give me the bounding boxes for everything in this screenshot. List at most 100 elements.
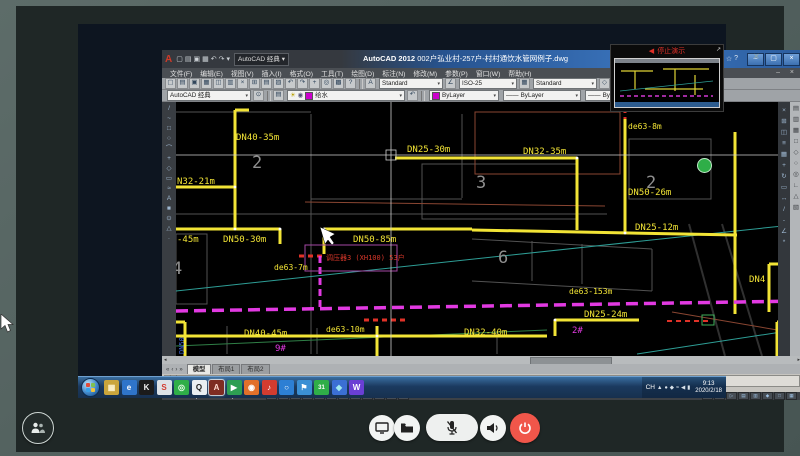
annovis-icon[interactable]: ◆ [762,392,773,400]
open-icon[interactable]: ▤ [177,78,188,89]
text-style-icon[interactable]: A [365,78,376,89]
menu-item-4[interactable]: 格式(O) [290,68,313,78]
antivirus-icon[interactable]: ● [664,385,667,391]
render-icon[interactable]: ▧ [793,205,799,211]
annoscale-icon[interactable]: ▥ [750,392,761,400]
close-button[interactable]: × [783,53,800,66]
erase-icon[interactable]: × [782,108,786,114]
explorer-icon[interactable]: ▦ [104,380,119,395]
mleader-style-icon[interactable]: ◇ [599,78,610,89]
colorball-icon[interactable]: ◆ [332,380,347,395]
scroll-left-icon[interactable]: ◂ [164,357,167,363]
layout-tab-2[interactable]: 布局2 [241,364,269,374]
open-icon[interactable]: ▤ [185,55,192,63]
workspace-dropdown[interactable]: AutoCAD 经典 ▾ [234,53,289,66]
share-preview-window[interactable]: ◀ 停止演示 ↗ [610,44,724,112]
new-icon[interactable]: ▢ [176,55,183,63]
spline-icon[interactable]: ~ [167,116,171,122]
menu-item-8[interactable]: 修改(M) [413,68,437,78]
measure-icon[interactable]: ▦ [793,128,799,134]
tab-nav-icon[interactable]: « [166,367,169,373]
undo-icon[interactable]: ↶ [285,78,296,89]
plot-icon[interactable]: ▦ [201,78,212,89]
stop-share-button[interactable]: ◀ 停止演示 [611,45,723,57]
showmotion-icon[interactable]: ▤ [738,392,749,400]
menu-item-0[interactable]: 文件(F) [170,68,192,78]
copy-icon[interactable]: ⊞ [249,78,260,89]
up-arrow-icon[interactable]: ▲ [657,385,662,391]
properties-icon[interactable]: ▩ [333,78,344,89]
chevron-down-icon[interactable]: ▾ [226,55,230,63]
fillet-icon[interactable]: ∠ [781,229,787,235]
star-icon[interactable]: ☆ [726,55,732,63]
point-icon[interactable]: + [167,156,171,162]
redo-icon[interactable]: ↷ [297,78,308,89]
cut-icon[interactable]: × [237,78,248,89]
rotate-icon[interactable]: ↻ [781,174,786,180]
speaker-button[interactable] [480,415,506,441]
drawing-window-buttons[interactable]: – × [776,69,798,76]
help-icon[interactable]: ? [345,78,356,89]
safe360-icon[interactable]: ◎ [174,380,189,395]
flag-app-icon[interactable]: ⚑ [297,380,312,395]
copy-icon[interactable]: ⊞ [781,119,786,125]
workspace-dropdown-2[interactable]: AutoCAD 经典▾ [167,90,251,101]
chat-icon[interactable]: ◆ [670,385,674,391]
polygon-icon[interactable]: ◇ [167,166,172,172]
table-style-icon[interactable]: ▦ [519,78,530,89]
table-icon[interactable]: □ [794,139,798,145]
move-icon[interactable]: + [782,163,786,169]
battery-icon[interactable]: ▮ [687,385,690,391]
revcloud-icon[interactable]: ≈ [167,186,171,192]
color-dropdown[interactable]: ByLayer▾ [429,90,499,101]
redo-icon[interactable]: ↷ [219,55,225,63]
tab-nav-icon[interactable]: » [179,367,182,373]
blue-browser-icon[interactable]: ○ [279,380,294,395]
donut-icon[interactable]: ⊙ [166,216,171,222]
layout-tab-0[interactable]: 模型 [187,364,212,374]
horizontal-scrollbar[interactable]: ◂ ▸ [162,356,800,364]
offset-icon[interactable]: ≡ [782,141,786,147]
draworder-icon[interactable]: ▤ [793,106,799,112]
drawing-canvas[interactable]: DN40-35mN32-21mDN25-30mDN32-35mde63-8mDN… [176,102,778,356]
matchprops-icon[interactable]: ▨ [273,78,284,89]
plot-icon[interactable]: ▦ [202,55,209,63]
trim-icon[interactable]: / [783,207,785,213]
participants-button[interactable] [22,412,54,444]
menu-item-1[interactable]: 编辑(E) [200,68,223,78]
publish-icon[interactable]: ▥ [225,78,236,89]
preview-icon[interactable]: ◫ [213,78,224,89]
insert-icon[interactable]: ○ [794,161,798,167]
restore-button[interactable]: ▢ [765,53,782,66]
menu-item-2[interactable]: 视图(V) [231,68,254,78]
layout-tab-1[interactable]: 布局1 [212,364,240,374]
mute-button[interactable] [426,414,478,441]
screen-share-button[interactable] [369,415,395,441]
menu-item-10[interactable]: 窗口(W) [476,68,501,78]
layer-prev-icon[interactable]: ↶ [407,90,418,101]
taskbar-clock[interactable]: 9:13 2020/2/18 [695,381,722,395]
hatch-icon[interactable]: ■ [167,206,171,212]
ie-icon[interactable]: e [122,380,137,395]
undo-icon[interactable]: ↶ [211,55,217,63]
wps-icon[interactable]: W [349,380,364,395]
arc-icon[interactable]: ⌒ [166,146,173,152]
explode-icon[interactable]: * [783,240,786,246]
k-app-icon[interactable]: K [139,380,154,395]
table-style-dropdown[interactable]: Standard▾ [533,78,597,89]
menu-item-7[interactable]: 标注(N) [382,68,405,78]
calendar31-icon[interactable]: 31 [314,380,329,395]
sogou-icon[interactable]: S [157,380,172,395]
menu-item-3[interactable]: 插入(I) [262,68,282,78]
close-icon[interactable]: ✕ [753,52,760,61]
region-icon[interactable]: ▭ [166,176,172,182]
window-share-button[interactable] [394,415,420,441]
volume-icon[interactable]: ◀ [681,385,685,391]
fox-browser-icon[interactable]: ◉ [244,380,259,395]
extend-icon[interactable]: - [783,218,785,224]
expand-icon[interactable]: ↗ [716,46,721,53]
end-call-button[interactable] [510,413,540,443]
group-icon[interactable]: ▥ [793,117,799,123]
menu-item-6[interactable]: 绘图(D) [351,68,374,78]
zoom-icon[interactable]: ◎ [321,78,332,89]
